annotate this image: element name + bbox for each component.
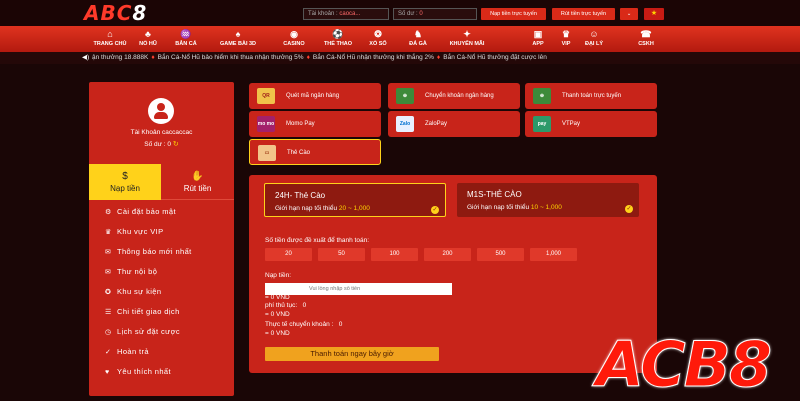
actual-vnd: = 0 VND: [265, 330, 290, 337]
menu-icon: ♛: [105, 229, 112, 236]
payment-method-0[interactable]: QR Quét mã ngân hàng: [249, 83, 381, 109]
menu-icon: ✉: [105, 269, 112, 276]
menu-icon: ⚙: [105, 209, 112, 216]
check-icon: ✓: [431, 206, 439, 214]
avatar-icon: [148, 98, 174, 124]
menu-icon: ✪: [105, 289, 112, 296]
speaker-icon: ◀): [82, 54, 90, 61]
tab-withdraw[interactable]: ✋ Rút tiền: [161, 164, 234, 200]
payment-method-2[interactable]: ⊕ Thanh toán trực tuyến: [525, 83, 657, 109]
nav-item-11[interactable]: ☺ ĐẠI LÝ: [568, 28, 620, 47]
nav-icon: ✦: [463, 29, 471, 39]
account-name: Tài Khoản caccaccac: [130, 129, 193, 136]
pay-now-button[interactable]: Thanh toán ngay bây giờ: [265, 347, 439, 361]
menu-icon: ☰: [105, 309, 112, 316]
nav-icon: ☎: [640, 29, 652, 39]
card-24h[interactable]: 24H- Thẻ Cào Giới hạn nạp tối thiểu 20 ~…: [264, 183, 446, 217]
payment-method-4[interactable]: Zalo ZaloPay: [388, 111, 520, 137]
amount-option-500[interactable]: 500: [477, 248, 524, 261]
nav-item-3[interactable]: ♠ GAME BÀI 3D: [206, 28, 270, 47]
payment-method-6[interactable]: ▭ Thẻ Cào: [249, 139, 381, 165]
payment-method-icon: pay: [533, 116, 551, 132]
actual-row: Thực tế chuyển khoản : 0: [265, 321, 343, 328]
news-ticker: ◀) ận thưởng 18.888K ♦ Bắn Cá-Nổ Hũ bảo hi…: [0, 52, 800, 64]
account-sidebar: Tài Khoản caccaccac Số dư : 0 ↻ $ Nạp tiề…: [89, 82, 234, 396]
deposit-label: Nạp tiền:: [265, 272, 292, 279]
sidebar-item-2[interactable]: ✉ Thông báo mới nhất: [105, 247, 192, 256]
sidebar-item-5[interactable]: ☰ Chi tiết giao dịch: [105, 307, 180, 316]
watermark-logo: ACB8: [596, 328, 773, 401]
suggest-label: Số tiền được đề xuất để thanh toán:: [265, 237, 370, 244]
payment-method-3[interactable]: mo mo Momo Pay: [249, 111, 381, 137]
main-nav: ⌂ TRANG CHỦ ♣ NỔ HŨ ♒ BẮN CÁ ♠ GAME BÀI 3D ◉ CASI…: [0, 26, 800, 52]
payment-method-1[interactable]: ⊕ Chuyển khoản ngân hàng: [388, 83, 520, 109]
payment-method-icon: mo mo: [257, 116, 275, 132]
site-logo[interactable]: ABC8: [84, 1, 147, 25]
sidebar-item-0[interactable]: ⚙ Cài đặt bảo mật: [105, 207, 176, 216]
check-icon: ✓: [625, 205, 633, 213]
deposit-vnd: = 0 VND: [265, 294, 290, 301]
nav-icon: ☺: [589, 29, 599, 39]
refresh-icon[interactable]: ↻: [173, 141, 179, 148]
amount-option-100[interactable]: 100: [371, 248, 418, 261]
amount-option-50[interactable]: 50: [318, 248, 365, 261]
sidebar-item-6[interactable]: ◷ Lịch sử đặt cược: [105, 327, 180, 336]
menu-icon: ✉: [105, 249, 112, 256]
withdraw-online-button[interactable]: Rút tiền trực tuyến: [552, 8, 615, 20]
fee-vnd: = 0 VND: [265, 311, 290, 318]
amount-option-200[interactable]: 200: [424, 248, 471, 261]
tab-deposit[interactable]: $ Nạp tiền: [89, 164, 161, 200]
deposit-amount-input[interactable]: [265, 283, 452, 295]
payment-method-icon: ⊕: [533, 88, 551, 104]
payment-method-icon: QR: [257, 88, 275, 104]
payment-method-icon: ▭: [258, 145, 276, 161]
menu-icon: ♥: [105, 369, 110, 376]
ticker-text[interactable]: ận thưởng 18.888K ♦ Bắn Cá-Nổ Hũ bảo hiểm …: [92, 52, 547, 64]
payment-method-icon: Zalo: [396, 116, 414, 132]
sidebar-item-4[interactable]: ✪ Khu sự kiện: [105, 287, 161, 296]
nav-icon: ♠: [235, 29, 241, 39]
nav-item-2[interactable]: ♒ BẮN CÁ: [160, 28, 212, 47]
nav-item-12[interactable]: ☎ CSKH: [620, 28, 672, 47]
nav-item-8[interactable]: ✦ KHUYẾN MÃI: [434, 28, 500, 47]
language-flag-icon[interactable]: ★: [644, 8, 664, 20]
money-bag-icon: $: [122, 171, 128, 182]
sidebar-item-8[interactable]: ♥ Yêu thích nhất: [105, 367, 171, 376]
payment-method-icon: ⊕: [396, 88, 414, 104]
fee-row: phí thủ tục: 0: [265, 302, 307, 309]
sidebar-balance: Số dư : 0 ↻: [144, 141, 179, 148]
deposit-online-button[interactable]: Nạp tiền trực tuyến: [481, 8, 546, 20]
menu-icon: ✓: [105, 349, 112, 356]
chevron-down-icon[interactable]: ⌄: [620, 8, 638, 20]
sidebar-item-1[interactable]: ♛ Khu vực VIP: [105, 227, 164, 236]
payment-method-5[interactable]: pay VTPay: [525, 111, 657, 137]
sidebar-item-7[interactable]: ✓ Hoàn trả: [105, 347, 149, 356]
nav-icon: ♒: [180, 29, 192, 39]
balance-field: Số dư : 0: [393, 8, 477, 20]
top-bar: ABC8 Tài khoản : caoca... Số dư : 0 Nạp …: [0, 0, 800, 26]
amount-option-1000[interactable]: 1,000: [530, 248, 577, 261]
hand-money-icon: ✋: [191, 171, 204, 182]
username-field[interactable]: Tài khoản : caoca...: [303, 8, 389, 20]
sidebar-item-3[interactable]: ✉ Thư nội bộ: [105, 267, 157, 276]
amount-option-20[interactable]: 20: [265, 248, 312, 261]
card-m1s[interactable]: M1S-THẺ CÀO Giới hạn nạp tối thiểu 10 ~ …: [457, 183, 639, 217]
menu-icon: ◷: [105, 329, 112, 336]
